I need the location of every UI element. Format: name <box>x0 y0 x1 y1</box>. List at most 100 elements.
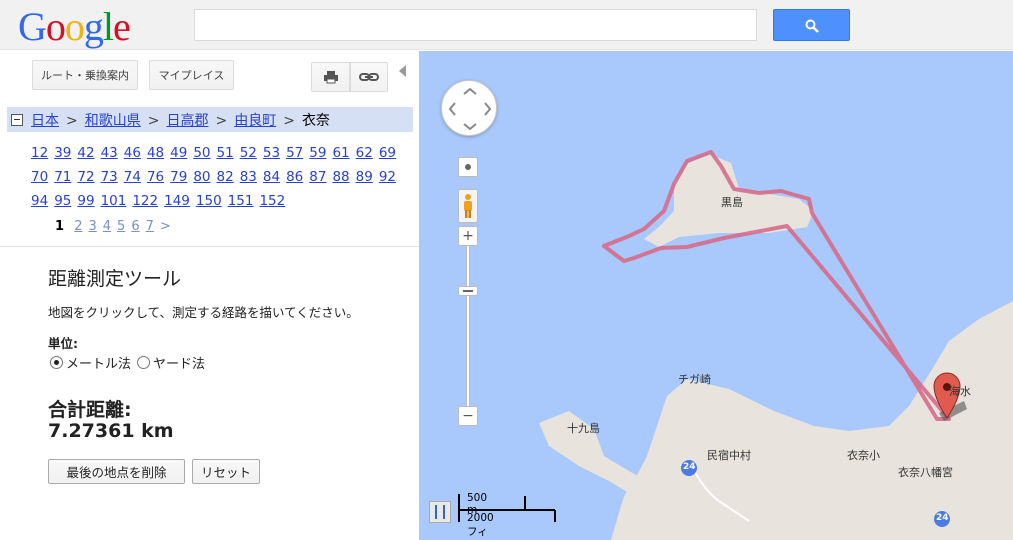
breadcrumb-link[interactable]: 由良町 <box>234 113 276 129</box>
delete-last-point-button[interactable]: 最後の地点を削除 <box>48 459 185 484</box>
route-number-link[interactable]: 80 <box>193 165 210 189</box>
route-number-link[interactable]: 72 <box>77 165 94 189</box>
route-number-link[interactable]: 76 <box>147 165 164 189</box>
my-places-button[interactable]: マイプレイス <box>149 60 234 90</box>
page-link[interactable]: 2 <box>74 219 82 234</box>
route-number-link[interactable]: 43 <box>101 141 118 165</box>
zoom-slider-track[interactable] <box>466 245 470 410</box>
route-number-link[interactable]: 61 <box>332 141 349 165</box>
search-input[interactable] <box>194 9 757 41</box>
route-number-link[interactable]: 79 <box>170 165 187 189</box>
logo-letter: G <box>18 4 47 49</box>
route-number-link[interactable]: 12 <box>31 141 48 165</box>
route-number-link[interactable]: 89 <box>356 165 373 189</box>
breadcrumb-link[interactable]: 和歌山県 <box>85 113 141 129</box>
page-link[interactable]: 5 <box>117 219 125 234</box>
route-number-link[interactable]: 39 <box>54 141 71 165</box>
side-panel: ルート・乗換案内 マイプレイス 日本 > 和歌山県 > 日高郡 > 由良町 > 衣奈 12 39 4… <box>0 51 419 540</box>
page-link[interactable]: 7 <box>146 219 154 234</box>
link-button[interactable] <box>350 62 388 92</box>
route-number-link[interactable]: 57 <box>286 141 303 165</box>
reset-button[interactable]: リセット <box>192 459 260 484</box>
route-number-link[interactable]: 48 <box>147 141 164 165</box>
route-shield-1-label: 24 <box>683 462 696 472</box>
route-number-link[interactable]: 71 <box>54 165 71 189</box>
next-page-link[interactable]: > <box>160 219 171 234</box>
measure-path <box>602 150 951 421</box>
map-label-juku: 十九島 <box>567 422 600 435</box>
logo-letter: o <box>45 4 66 49</box>
unit-selector: メートル法 ヤード法 <box>50 353 205 372</box>
route-number-link[interactable]: 92 <box>379 165 396 189</box>
route-number-link[interactable]: 46 <box>124 141 141 165</box>
route-number-link[interactable]: 70 <box>31 165 48 189</box>
link-icon <box>359 73 379 81</box>
route-number-link[interactable]: 53 <box>263 141 280 165</box>
route-number-link[interactable]: 95 <box>54 189 71 213</box>
route-number-link[interactable]: 59 <box>309 141 326 165</box>
yard-radio[interactable] <box>137 356 151 369</box>
route-number-link[interactable]: 149 <box>164 189 190 213</box>
search-icon <box>805 19 819 33</box>
collapse-box-icon[interactable] <box>11 113 23 126</box>
map-canvas[interactable]: 黒島 チガ崎 十九島 民宿中村 衣奈小 衣奈八幡宮 海水 24 24 + − 5… <box>419 51 1013 540</box>
route-number-link[interactable]: 87 <box>309 165 326 189</box>
route-number-link[interactable]: 83 <box>240 165 257 189</box>
zoom-level-dot-icon[interactable] <box>458 157 478 177</box>
page-link[interactable]: 4 <box>103 219 111 234</box>
route-number-link[interactable]: 150 <box>196 189 222 213</box>
breadcrumb-link[interactable]: 日本 <box>31 113 59 129</box>
map-label-school: 衣奈小 <box>847 449 880 462</box>
route-number-link[interactable]: 50 <box>193 141 210 165</box>
zoom-slider-handle[interactable] <box>458 286 478 296</box>
google-logo[interactable]: Google <box>18 3 131 50</box>
street-view-pegman-icon[interactable] <box>458 189 478 223</box>
pan-control[interactable] <box>441 80 497 136</box>
metric-label[interactable]: メートル法 <box>66 353 131 372</box>
logo-letter: l <box>102 4 114 49</box>
page-current: 1 <box>55 219 65 234</box>
route-number-link[interactable]: 69 <box>379 141 396 165</box>
route-number-link[interactable]: 94 <box>31 189 48 213</box>
page-link[interactable]: 3 <box>88 219 96 234</box>
route-number-link[interactable]: 84 <box>263 165 280 189</box>
collapse-panel-icon[interactable] <box>399 65 406 77</box>
scale-toggle-icon[interactable] <box>429 501 451 523</box>
route-number-link[interactable]: 49 <box>170 141 187 165</box>
metric-radio[interactable] <box>50 356 63 369</box>
route-number-link[interactable]: 122 <box>132 189 158 213</box>
search-button[interactable] <box>773 9 850 41</box>
route-number-link[interactable]: 86 <box>286 165 303 189</box>
route-number-link[interactable]: 151 <box>228 189 254 213</box>
unit-label: 単位: <box>48 336 78 351</box>
route-number-link[interactable]: 99 <box>77 189 94 213</box>
route-number-link[interactable]: 82 <box>217 165 234 189</box>
zoom-out-button[interactable]: − <box>458 406 478 426</box>
breadcrumb-link[interactable]: 日高郡 <box>166 113 208 129</box>
tool-description: 地図をクリックして、測定する経路を描いてください。 <box>48 305 359 320</box>
route-number-link[interactable]: 74 <box>124 165 141 189</box>
route-number-link[interactable]: 51 <box>217 141 234 165</box>
page-link[interactable]: 6 <box>131 219 139 234</box>
divider <box>0 246 419 247</box>
route-button[interactable]: ルート・乗換案内 <box>32 60 138 90</box>
logo-letter: o <box>64 4 85 49</box>
breadcrumb-separator: > <box>283 112 295 129</box>
yard-label[interactable]: ヤード法 <box>153 353 205 372</box>
route-number-list: 12 39 42 43 46 48 49 50 51 52 53 57 59 61 62 69 70 71 72 73… <box>31 141 411 213</box>
tool-title: 距離測定ツール <box>48 268 182 290</box>
map-label-minshuku: 民宿中村 <box>707 449 751 462</box>
route-number-link[interactable]: 62 <box>356 141 373 165</box>
breadcrumb-separator: > <box>147 112 160 129</box>
print-button[interactable] <box>311 62 350 92</box>
route-number-link[interactable]: 52 <box>240 141 257 165</box>
zoom-in-button[interactable]: + <box>458 226 478 246</box>
route-number-link[interactable]: 152 <box>259 189 285 213</box>
route-number-link[interactable]: 101 <box>101 189 127 213</box>
map-label-island: 黒島 <box>721 196 743 209</box>
route-number-link[interactable]: 42 <box>77 141 94 165</box>
logo-letter: g <box>83 4 104 49</box>
map-label-cape: チガ崎 <box>678 373 711 386</box>
route-number-link[interactable]: 73 <box>101 165 118 189</box>
route-number-link[interactable]: 88 <box>332 165 349 189</box>
